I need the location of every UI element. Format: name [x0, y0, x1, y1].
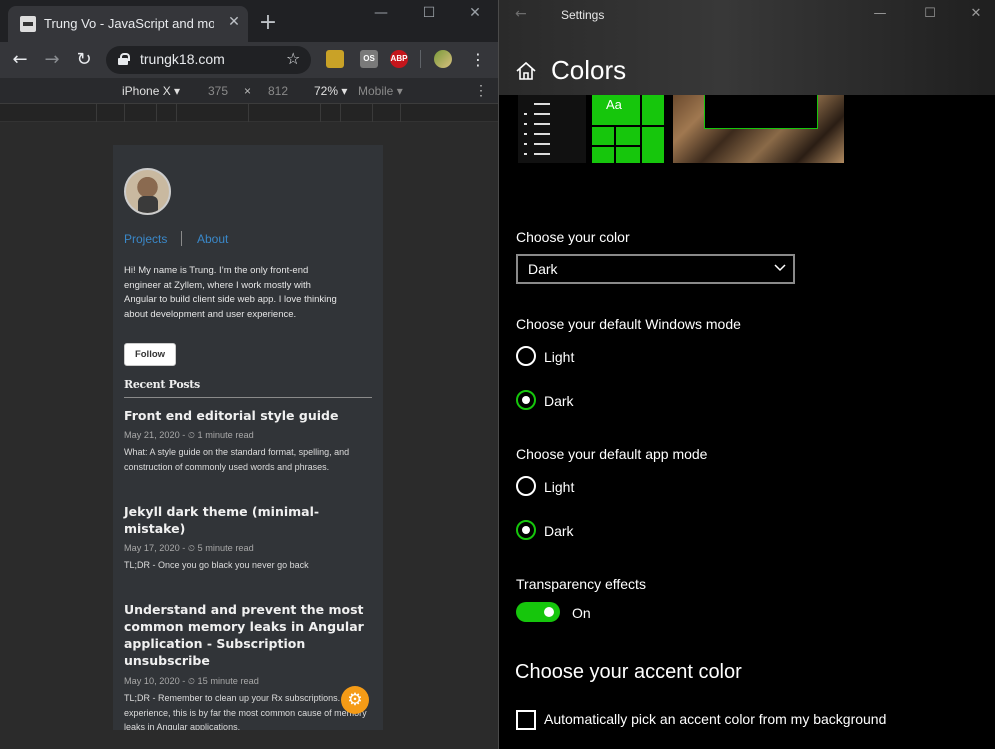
address-bar[interactable]: trungk18.com ☆	[106, 46, 311, 74]
post-excerpt: TL;DR - Remember to clean up your Rx sub…	[124, 693, 367, 730]
throttle-select[interactable]: Mobile ▾	[358, 84, 403, 98]
post-title-link[interactable]: Jekyll dark theme (minimal-mistake)	[124, 503, 324, 537]
viewport-width[interactable]: 375	[208, 84, 228, 98]
app-mode-label: Choose your default app mode	[516, 446, 708, 462]
minimize-icon[interactable]: —	[366, 4, 396, 24]
toolbar-divider	[420, 50, 421, 68]
choose-color-label: Choose your color	[516, 229, 630, 245]
device-name: iPhone X	[122, 84, 171, 98]
forward-arrow-icon[interactable]: →	[40, 48, 64, 72]
chrome-window: Trung Vo - JavaScript and more ✕ + — ☐ ✕…	[0, 0, 498, 749]
maximize-icon[interactable]: ☐	[414, 4, 444, 24]
preview-tile-text: Aa	[592, 95, 640, 125]
adblock-plus-icon[interactable]: ABP	[390, 50, 408, 68]
media-query-ruler	[0, 104, 498, 122]
device-toolbar-menu-icon[interactable]: ⋮	[474, 82, 488, 99]
color-mode-value: Dark	[528, 261, 558, 277]
browser-toolbar: ← → ↻ trungk18.com ☆ OS ABP ⋮	[0, 42, 498, 78]
post-title-link[interactable]: Front end editorial style guide	[124, 407, 369, 424]
windows-mode-light-label[interactable]: Light	[544, 349, 574, 365]
dimension-times: ×	[244, 84, 252, 98]
back-arrow-icon[interactable]: ←	[515, 6, 527, 22]
minimize-icon[interactable]: —	[865, 4, 895, 24]
follow-button[interactable]: Follow	[124, 343, 176, 366]
post-excerpt: TL;DR - Once you go black you never go b…	[124, 560, 309, 570]
preview-start-menu	[518, 95, 586, 163]
auto-accent-checkbox[interactable]	[516, 710, 536, 730]
site-favicon-icon	[20, 16, 36, 32]
color-preview: Aa	[516, 95, 844, 175]
mobile-page: Projects About Hi! My name is Trung. I’m…	[113, 145, 383, 730]
chevron-down-icon	[774, 264, 786, 272]
tab-strip: Trung Vo - JavaScript and more ✕ + — ☐ ✕	[0, 0, 498, 42]
author-avatar	[124, 168, 171, 215]
bookmark-star-icon[interactable]: ☆	[286, 49, 300, 68]
transparency-toggle[interactable]	[516, 602, 560, 622]
lock-icon[interactable]	[118, 53, 130, 65]
maximize-icon[interactable]: ☐	[915, 4, 945, 24]
nav-about-link[interactable]: About	[197, 232, 228, 246]
new-tab-icon[interactable]: +	[256, 12, 280, 36]
zoom-select[interactable]: 72% ▾	[314, 84, 347, 98]
nav-divider	[181, 231, 182, 246]
chrome-menu-icon[interactable]: ⋮	[470, 48, 486, 72]
post-title-link[interactable]: Understand and prevent the most common m…	[124, 601, 369, 669]
theme-toggle-gear-icon[interactable]: ⚙	[341, 686, 369, 714]
close-window-icon[interactable]: ✕	[961, 4, 991, 24]
reload-icon[interactable]: ↻	[72, 48, 96, 72]
preview-window	[704, 95, 818, 129]
transparency-state: On	[572, 605, 591, 621]
windows-mode-light-radio[interactable]	[516, 346, 536, 366]
tab-title: Trung Vo - JavaScript and more	[44, 16, 214, 31]
post-meta: May 10, 2020 - ⏲ 15 minute read	[124, 676, 259, 686]
throttle-value: Mobile	[358, 84, 394, 98]
windows-mode-label: Choose your default Windows mode	[516, 316, 741, 332]
post-meta: May 21, 2020 - ⏲ 1 minute read	[124, 430, 254, 440]
app-mode-dark-radio[interactable]	[516, 520, 536, 540]
app-mode-light-label[interactable]: Light	[544, 479, 574, 495]
window-title: Settings	[561, 8, 605, 22]
post-excerpt: What: A style guide on the standard form…	[124, 447, 350, 472]
transparency-label: Transparency effects	[516, 576, 646, 592]
os-extension-icon[interactable]: OS	[360, 50, 378, 68]
app-mode-light-radio[interactable]	[516, 476, 536, 496]
recent-posts-heading: Recent Posts	[124, 378, 200, 391]
preview-tiles: Aa	[592, 95, 667, 163]
device-select[interactable]: iPhone X ▾	[122, 84, 180, 98]
accent-color-heading: Choose your accent color	[515, 661, 742, 683]
device-toolbar: iPhone X ▾ 375 × 812 72% ▾ Mobile ▾ ⋮	[0, 78, 498, 104]
app-mode-dark-label[interactable]: Dark	[544, 523, 574, 539]
auto-accent-label[interactable]: Automatically pick an accent color from …	[544, 711, 886, 727]
close-window-icon[interactable]: ✕	[460, 4, 490, 24]
home-icon[interactable]	[515, 60, 537, 82]
zoom-value: 72%	[314, 84, 339, 98]
windows-mode-dark-radio[interactable]	[516, 390, 536, 410]
recent-posts-divider	[124, 397, 372, 398]
url-text: trungk18.com	[140, 51, 225, 67]
author-bio: Hi! My name is Trung. I’m the only front…	[124, 265, 337, 320]
nav-projects-link[interactable]: Projects	[124, 232, 167, 246]
windows-mode-dark-label[interactable]: Dark	[544, 393, 574, 409]
back-arrow-icon[interactable]: ←	[8, 48, 32, 72]
post-meta: May 17, 2020 - ⏲ 5 minute read	[124, 543, 254, 553]
tab-close-icon[interactable]: ✕	[224, 12, 244, 32]
profile-avatar-icon[interactable]	[434, 50, 452, 68]
viewport-height[interactable]: 812	[268, 84, 288, 98]
color-mode-dropdown[interactable]: Dark	[516, 254, 795, 284]
browser-tab[interactable]: Trung Vo - JavaScript and more ✕	[8, 6, 248, 42]
page-title: Colors	[551, 55, 627, 85]
zoom-extension-icon[interactable]	[326, 50, 344, 68]
settings-window: ← Settings — ☐ ✕ Colors Aa Choose your c…	[498, 0, 995, 749]
